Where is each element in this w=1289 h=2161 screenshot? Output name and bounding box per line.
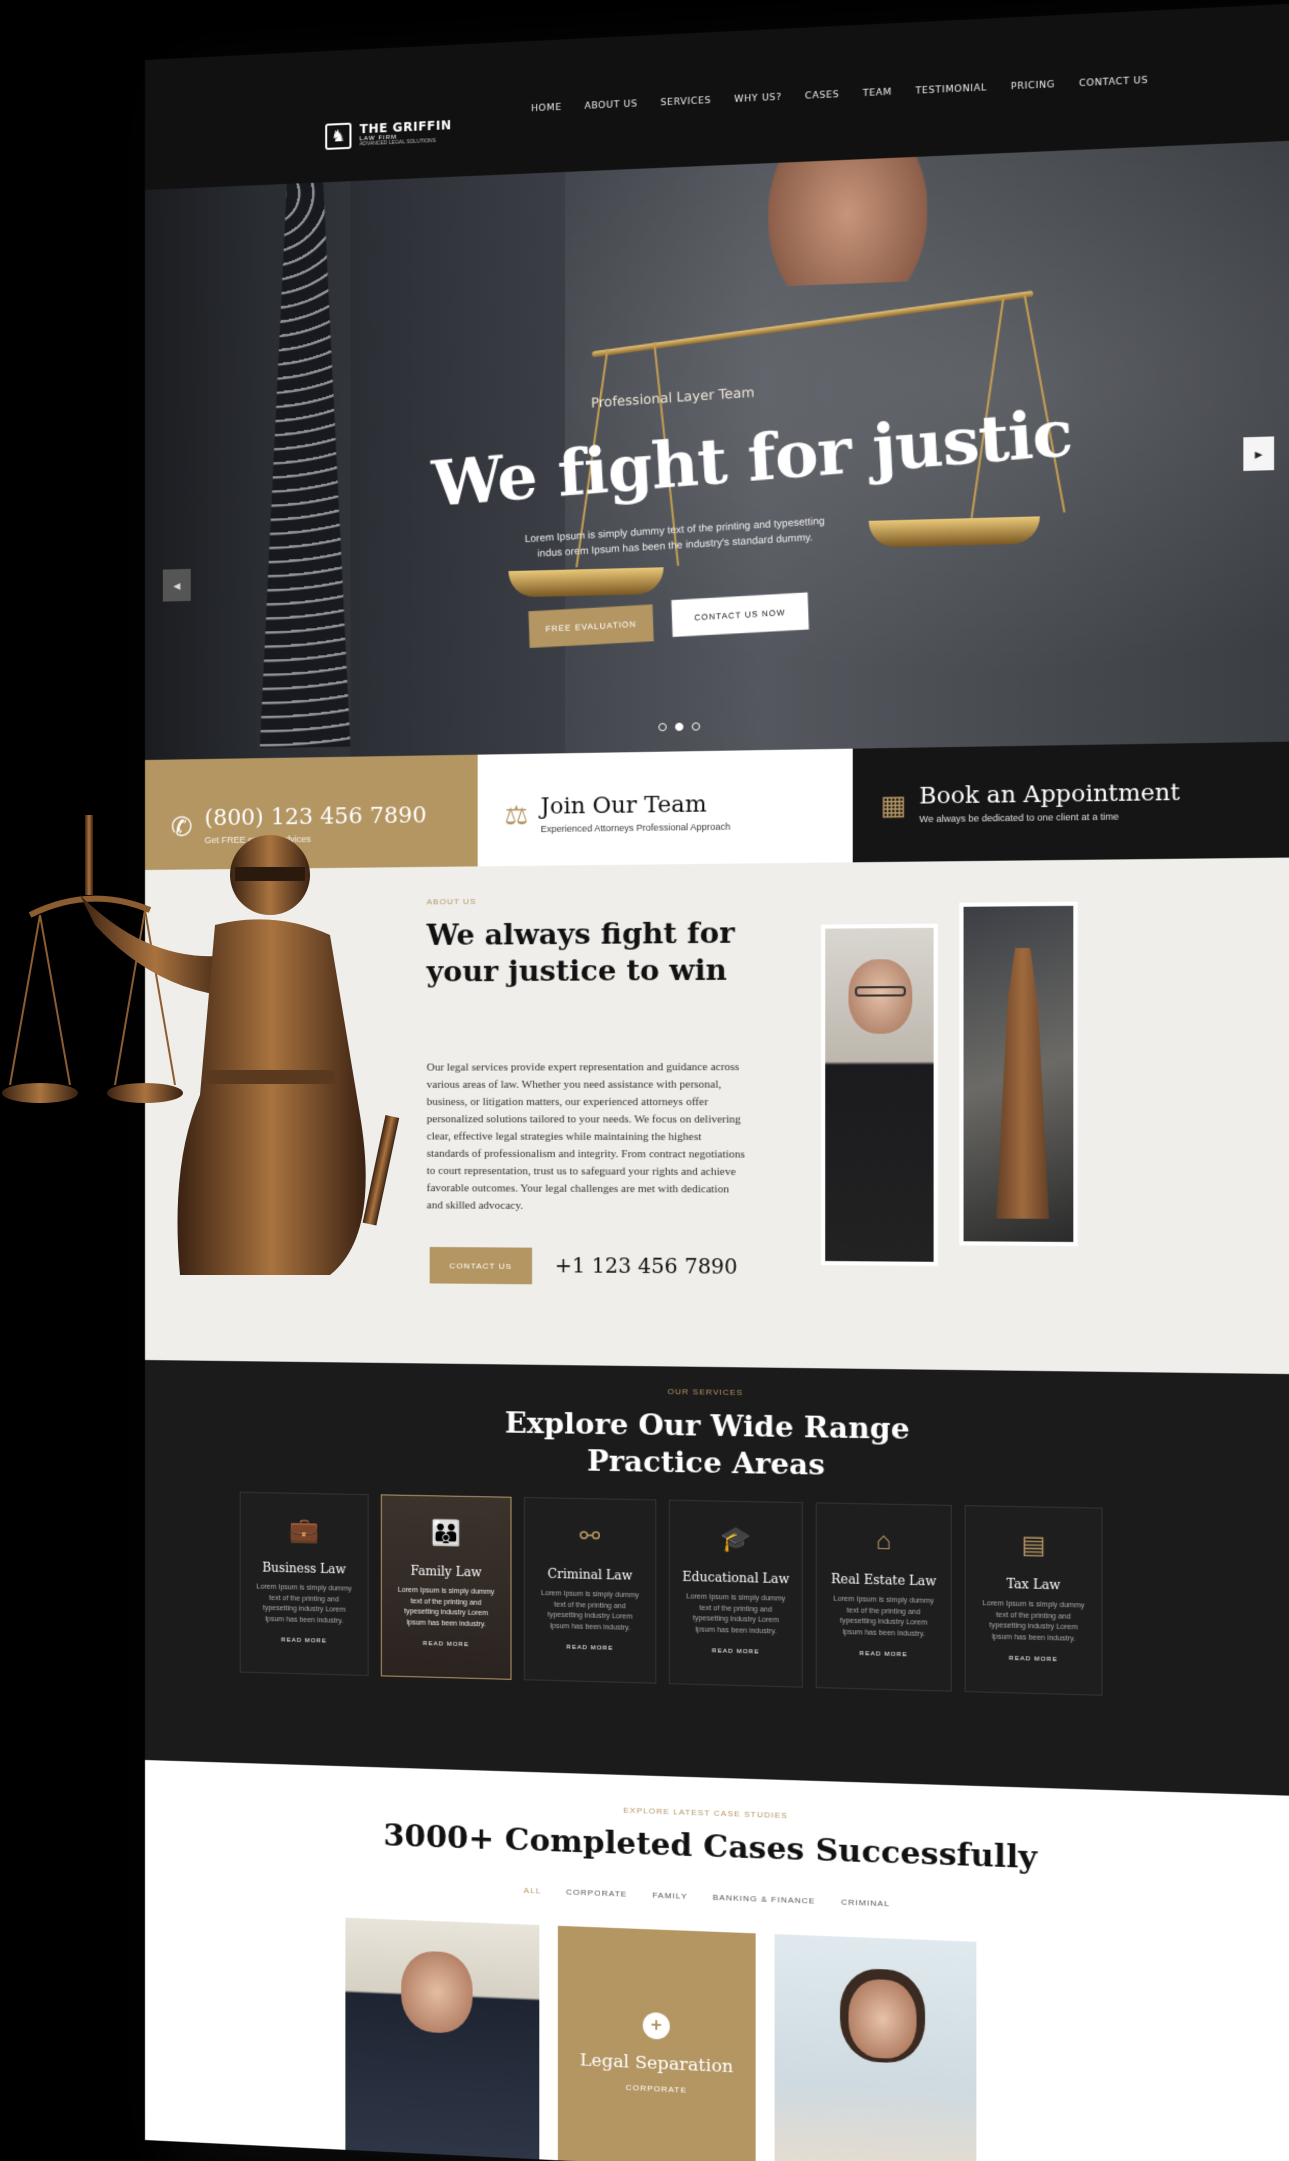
lady-justice-statue [2,815,400,1275]
about-title: We always fight for your justice to win [426,916,735,989]
nav-services[interactable]: SERVICES [661,96,712,109]
cases-section: EXPLORE LATEST CASE STUDIES 3000+ Comple… [145,1760,1289,2161]
graduation-cap-icon: 🎓 [720,1525,752,1554]
nav-contact[interactable]: CONTACT US [1079,76,1148,90]
gavel-icon: ⚖ [504,799,529,830]
read-more-link[interactable]: READ MORE [712,1648,760,1655]
contact-us-now-button[interactable]: CONTACT US NOW [671,592,809,638]
case-card-photo[interactable] [345,1917,540,2161]
scale-beam [591,290,1034,358]
hero-subtitle: Professional Layer Team [590,385,755,412]
briefcase-icon: 💼 [288,1516,320,1545]
nav-team[interactable]: TEAM [863,88,892,100]
statue-photo [959,901,1078,1247]
service-card-tax[interactable]: ▤ Tax Law Lorem Ipsum is simply dummy te… [964,1505,1103,1696]
plus-icon[interactable]: + [642,2011,670,2040]
service-card-criminal[interactable]: ⚯ Criminal Law Lorem Ipsum is simply dum… [523,1496,657,1684]
join-team-cta[interactable]: ⚖ Join Our Team Experienced Attorneys Pr… [477,748,853,867]
case-name: Legal Separation [579,2049,734,2077]
tax-document-icon: ▤ [1021,1531,1046,1560]
free-evaluation-button[interactable]: FREE EVALUATION [528,604,654,649]
house-icon: ⌂ [875,1527,892,1556]
slider-dots [658,722,701,732]
read-more-link[interactable]: READ MORE [1009,1656,1058,1663]
logo[interactable]: ♞ THE GRIFFIN LAW FIRM ADVANCED LEGAL SO… [325,118,452,150]
appointment-title: Book an Appointment [919,779,1180,810]
lawyer-photo [820,923,938,1266]
about-kicker: ABOUT US [426,896,477,907]
statue-sword-hand [85,815,93,895]
griffin-logo-icon: ♞ [325,122,352,150]
case-grid: + Legal Separation CORPORATE [345,1917,977,2161]
filter-corporate[interactable]: CORPORATE [566,1887,627,1898]
statue-blindfold [235,867,305,881]
read-more-link[interactable]: READ MORE [423,1641,469,1648]
statue-pan-right [107,1083,183,1103]
calendar-icon: ▦ [880,788,907,821]
filter-family[interactable]: FAMILY [652,1890,687,1901]
services-grid: 💼 Business Law Lorem Ipsum is simply dum… [239,1491,1103,1696]
appointment-cta[interactable]: ▦ Book an Appointment We always be dedic… [852,741,1289,863]
case-category: CORPORATE [625,2082,688,2095]
statue-sword [362,1115,400,1226]
chevron-right-icon[interactable]: ▸ [1243,436,1275,471]
nav-pricing[interactable]: PRICING [1011,80,1055,92]
filter-banking-finance[interactable]: BANKING & FINANCE [713,1893,816,1906]
hero-slider: Professional Layer Team We fight for jus… [145,104,1289,771]
family-icon: 👪 [430,1519,462,1548]
chevron-left-icon[interactable]: ◂ [162,568,191,602]
scale-pan-right [868,516,1040,548]
join-team-title: Join Our Team [540,791,707,820]
case-filters: ALL CORPORATE FAMILY BANKING & FINANCE C… [145,1872,1289,1923]
hero-tie [260,181,351,748]
statue-pan-left [2,1083,78,1103]
hero-suit-left [145,164,265,771]
mockup-stage: ♞ THE GRIFFIN LAW FIRM ADVANCED LEGAL SO… [0,0,1289,2161]
read-more-link[interactable]: READ MORE [281,1637,327,1644]
read-more-link[interactable]: READ MORE [566,1645,613,1652]
contact-us-button[interactable]: CONTACT US [429,1246,533,1285]
appointment-sub: We always be dedicated to one client at … [919,811,1119,825]
statue-arm [80,895,230,995]
about-phone[interactable]: +1 123 456 7890 [555,1253,738,1279]
service-card-real-estate[interactable]: ⌂ Real Estate Law Lorem Ipsum is simply … [815,1502,952,1692]
service-card-educational[interactable]: 🎓 Educational Law Lorem Ipsum is simply … [668,1499,804,1688]
read-more-link[interactable]: READ MORE [859,1651,907,1658]
services-section: OUR SERVICES Explore Our Wide Range Prac… [145,1360,1289,1796]
main-nav: HOME ABOUT US SERVICES WHY US? CASES TEA… [531,76,1148,115]
case-card-photo[interactable] [774,1934,977,2161]
nav-home[interactable]: HOME [531,103,562,115]
statue-belt [205,1070,335,1084]
scale-pan-left [508,567,664,598]
service-card-business[interactable]: 💼 Business Law Lorem Ipsum is simply dum… [239,1491,369,1677]
join-team-sub: Experienced Attorneys Professional Appro… [540,821,731,835]
nav-cases[interactable]: CASES [805,90,839,102]
about-body: Our legal services provide expert repres… [426,1060,745,1213]
slider-dot[interactable] [691,722,701,731]
service-card-family[interactable]: 👪 Family Law Lorem Ipsum is simply dummy… [380,1494,512,1680]
services-kicker: OUR SERVICES [667,1386,744,1398]
case-card-featured[interactable]: + Legal Separation CORPORATE [557,1925,756,2161]
filter-all[interactable]: ALL [524,1886,542,1896]
slider-dot-active[interactable] [675,722,684,731]
nav-testimonial[interactable]: TESTIMONIAL [915,83,987,97]
filter-criminal[interactable]: CRIMINAL [841,1897,890,1908]
nav-about[interactable]: ABOUT US [584,99,637,112]
handcuffs-icon: ⚯ [579,1522,601,1551]
nav-why-us[interactable]: WHY US? [734,93,782,105]
services-title: Explore Our Wide Range Practice Areas [504,1406,910,1483]
slider-dot[interactable] [658,722,667,732]
